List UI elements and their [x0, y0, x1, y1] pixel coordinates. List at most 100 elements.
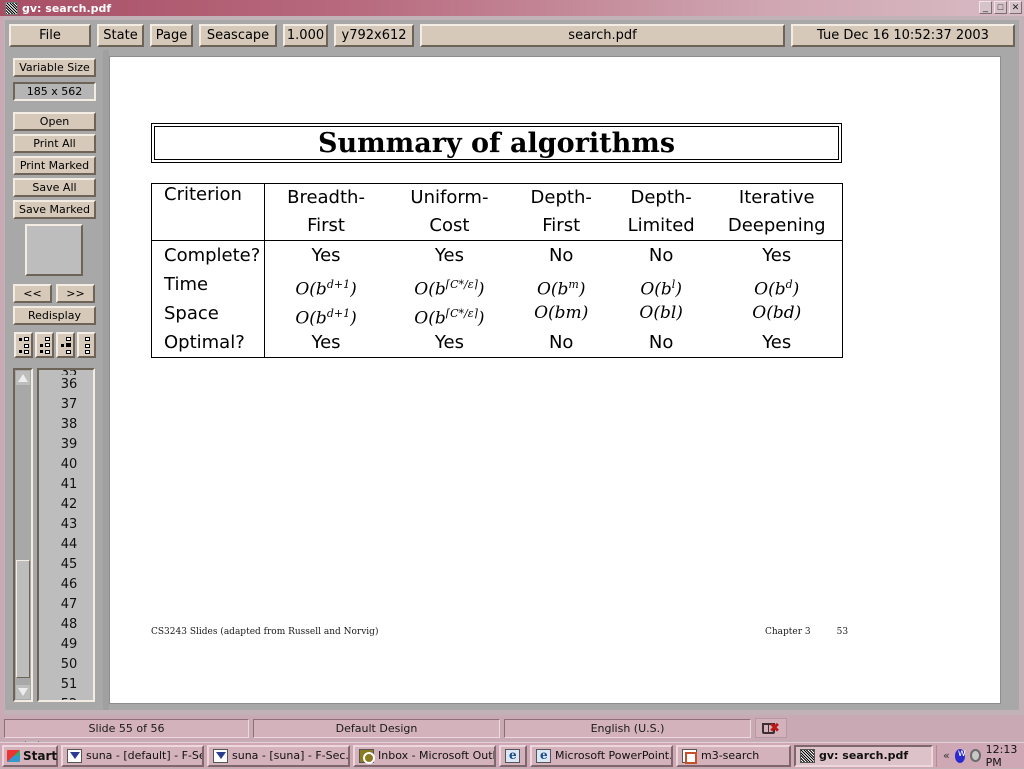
- zoom-level-button[interactable]: 1.000: [283, 23, 328, 47]
- page-list-item[interactable]: 49: [56, 635, 82, 655]
- print-marked-button[interactable]: Print Marked: [13, 156, 96, 175]
- scroll-up-icon[interactable]: [16, 371, 30, 385]
- criterion-optimal: Optimal?: [164, 332, 245, 353]
- page-list-area: 3536373839404142434445464748495051525354…: [13, 368, 97, 702]
- dls-optimal: No: [648, 332, 674, 353]
- dls-complete: No: [648, 245, 674, 266]
- file-menu-button[interactable]: File: [9, 23, 91, 47]
- taskbar-item-powerpoint[interactable]: Microsoft PowerPoint...: [530, 744, 673, 767]
- statusbar: Slide 55 of 56 Default Design English (U…: [0, 715, 1024, 741]
- design-name[interactable]: Default Design: [253, 718, 500, 738]
- depth-first-cells: No O(bm) O(bm) No: [511, 240, 611, 358]
- slide-footer-page: 53: [836, 627, 849, 637]
- header-uniform-cost: Uniform- Cost: [410, 187, 489, 236]
- spellcheck-icon[interactable]: ✖: [755, 718, 787, 738]
- uniform-cost-cells: Yes O(b⌈C*/ε⌉) O(b⌈C*/ε⌉) Yes: [387, 240, 512, 358]
- criterion-cells: Complete? Time Space Optimal?: [151, 240, 265, 358]
- page-list-item[interactable]: 44: [56, 535, 82, 555]
- window-left-edge: [0, 16, 4, 716]
- bfs-time: O(bd+1): [295, 278, 357, 300]
- maximize-button[interactable]: □: [994, 1, 1007, 14]
- variable-size-button[interactable]: Variable Size: [13, 58, 96, 77]
- close-button[interactable]: ✕: [1009, 1, 1022, 14]
- scroll-down-icon[interactable]: [16, 685, 30, 699]
- page-number-list[interactable]: 3536373839404142434445464748495051525354…: [37, 368, 95, 702]
- outlook-icon: [359, 748, 375, 764]
- tray-expand-icon[interactable]: «: [943, 749, 950, 762]
- document-right-gutter: [1002, 50, 1019, 710]
- dfs-optimal: No: [548, 332, 574, 353]
- layout-mode-3-icon[interactable]: [56, 332, 75, 358]
- open-button[interactable]: Open: [13, 112, 96, 131]
- minimize-button[interactable]: _: [979, 1, 992, 14]
- save-marked-button[interactable]: Save Marked: [13, 200, 96, 219]
- windows-flag-icon: [7, 749, 20, 762]
- dfs-space: O(bm): [534, 303, 589, 323]
- depth-limited-cells: No O(bl) O(bl) No: [610, 240, 712, 358]
- system-tray: « 12:13 PM: [936, 742, 1024, 769]
- bfs-complete: Yes: [311, 245, 341, 266]
- page-list-item[interactable]: 36: [56, 375, 82, 395]
- taskbar-item-gv-search[interactable]: gv: search.pdf: [794, 744, 933, 767]
- taskbar-item-label: M: [524, 749, 525, 762]
- page-list-item[interactable]: 48: [56, 615, 82, 635]
- window-titlebar[interactable]: gv: search.pdf _ □ ✕: [0, 0, 1024, 16]
- layout-mode-2-icon[interactable]: [35, 332, 54, 358]
- print-all-button[interactable]: Print All: [13, 134, 96, 153]
- taskbar-item-browser[interactable]: M: [499, 744, 527, 767]
- language-indicator[interactable]: English (U.S.): [504, 718, 751, 738]
- powerpoint-icon: [682, 748, 697, 764]
- taskbar-item-outlook[interactable]: Inbox - Microsoft Outl...: [353, 744, 496, 767]
- scrollbar-thumb[interactable]: [16, 560, 30, 678]
- slide-footer-chapter: Chapter 3: [765, 627, 811, 637]
- taskbar-item-fsecure-suna[interactable]: suna - [suna] - F-Sec...: [207, 744, 350, 767]
- page-list-item[interactable]: 50: [56, 655, 82, 675]
- tray-clock-label: 12:13 PM: [985, 742, 1018, 769]
- page-list-item[interactable]: 37: [56, 395, 82, 415]
- page-list-item[interactable]: 47: [56, 595, 82, 615]
- page-thumbnail-preview[interactable]: [25, 224, 83, 276]
- header-depth-first: Depth- First: [530, 187, 592, 236]
- fsecure-icon: [67, 748, 82, 763]
- table-body-row: Complete? Time Space Optimal? Yes O(bd+1…: [151, 240, 843, 358]
- window-controls: _ □ ✕: [979, 1, 1022, 14]
- taskbar-item-label: Inbox - Microsoft Outl...: [378, 749, 496, 762]
- taskbar-item-fsecure-default[interactable]: suna - [default] - F-Se...: [61, 744, 204, 767]
- page-list-item[interactable]: 52: [56, 695, 82, 700]
- page-list-item[interactable]: 51: [56, 675, 82, 695]
- orientation-button[interactable]: Seascape: [199, 23, 277, 47]
- next-page-button[interactable]: >>: [56, 284, 95, 303]
- slide-title: Summary of algorithms: [317, 127, 676, 159]
- page-list-item[interactable]: 38: [56, 415, 82, 435]
- layout-mode-1-icon[interactable]: [14, 332, 33, 358]
- gv-icon: [800, 748, 815, 763]
- criterion-space: Space: [164, 303, 219, 324]
- page-list-item[interactable]: 40: [56, 455, 82, 475]
- previous-page-button[interactable]: <<: [13, 284, 52, 303]
- page-list-scrollbar[interactable]: [13, 368, 33, 702]
- papersize-button[interactable]: y792x612: [334, 23, 414, 47]
- page-menu-button[interactable]: Page: [150, 23, 193, 47]
- ids-time: O(bd): [754, 278, 800, 300]
- page-list-item[interactable]: 41: [56, 475, 82, 495]
- state-menu-button[interactable]: State: [97, 23, 144, 47]
- page-list-item[interactable]: 46: [56, 575, 82, 595]
- page-list-item[interactable]: 39: [56, 435, 82, 455]
- page-list-item[interactable]: 42: [56, 495, 82, 515]
- taskbar-item-m3-search[interactable]: m3-search: [676, 744, 791, 767]
- layout-mode-4-icon[interactable]: [77, 332, 96, 358]
- page-list-item[interactable]: 45: [56, 555, 82, 575]
- clock-icon[interactable]: [970, 749, 981, 762]
- header-breadth-first: Breadth- First: [287, 187, 365, 236]
- ucs-complete: Yes: [434, 245, 464, 266]
- taskbar: Start suna - [default] - F-Se... suna - …: [0, 742, 1024, 769]
- start-button[interactable]: Start: [2, 744, 58, 767]
- slide-footer-left: CS3243 Slides (adapted from Russell and …: [151, 627, 379, 637]
- pdf-page[interactable]: Summary of algorithms Criterion Breadth-…: [109, 56, 1001, 704]
- network-icon[interactable]: [954, 748, 966, 763]
- save-all-button[interactable]: Save All: [13, 178, 96, 197]
- page-list-item[interactable]: 43: [56, 515, 82, 535]
- slide-title-box: Summary of algorithms: [151, 123, 842, 163]
- redisplay-button[interactable]: Redisplay: [13, 306, 96, 325]
- ids-complete: Yes: [762, 245, 792, 266]
